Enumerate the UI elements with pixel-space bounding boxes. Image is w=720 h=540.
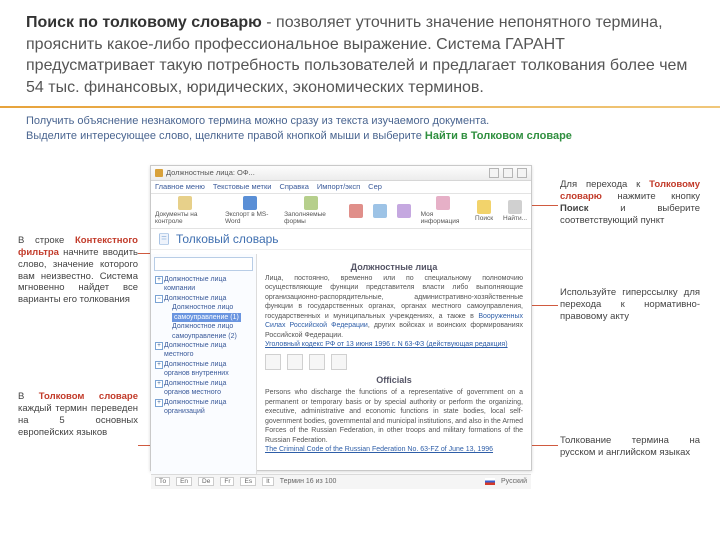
window-title: Должностные лица: ОФ... bbox=[166, 168, 255, 177]
callout-search-button: Для перехода к Толковому словарю нажмите… bbox=[560, 179, 700, 227]
term-heading-ru: Должностные лица bbox=[265, 262, 523, 272]
status-count: Термин 16 из 100 bbox=[280, 478, 337, 485]
toolbar-button[interactable]: Заполняемые формы bbox=[284, 196, 339, 225]
definition-ru: Лица, постоянно, временно или по специал… bbox=[265, 274, 523, 340]
header-bold: Поиск по толковому словарю bbox=[26, 14, 262, 31]
header-text: Поиск по толковому словарю - позволяет у… bbox=[26, 12, 694, 98]
tree-item[interactable]: +Должностные лица местного bbox=[154, 341, 253, 360]
menubar: Главное меню Текстовые метки Справка Имп… bbox=[151, 181, 531, 194]
workarea: +Должностные лица компании −Должностные … bbox=[151, 254, 531, 474]
instruction-line1: Получить объяснение незнакомого термина … bbox=[26, 114, 694, 128]
toolbar-button[interactable]: Экспорт в MS-Word bbox=[225, 196, 274, 225]
book-icon bbox=[157, 232, 171, 246]
app-window: Должностные лица: ОФ... Главное меню Тек… bbox=[150, 165, 532, 471]
close-button[interactable] bbox=[517, 168, 527, 178]
action-row bbox=[265, 354, 523, 370]
content-title: Толковый словарь bbox=[151, 229, 531, 250]
toolbar-button[interactable]: Документы на контроле bbox=[155, 196, 215, 225]
menu-item[interactable]: Справка bbox=[279, 182, 308, 191]
content-pane: Должностные лица Лица, постоянно, времен… bbox=[257, 254, 531, 474]
menu-item[interactable]: Текстовые метки bbox=[213, 182, 272, 191]
status-bar: То En De Fr Es It Термин 16 из 100 Русск… bbox=[151, 474, 531, 489]
tree-item[interactable]: самоуправление (2) bbox=[154, 332, 253, 341]
source-link-ru[interactable]: Уголовный кодекс РФ от 13 июня 1996 г. N… bbox=[265, 340, 523, 349]
lang-tab[interactable]: То bbox=[155, 477, 170, 486]
left-pane: +Должностные лица компании −Должностные … bbox=[151, 254, 257, 474]
min-button[interactable] bbox=[489, 168, 499, 178]
context-filter-input[interactable] bbox=[154, 257, 253, 271]
lang-tab[interactable]: It bbox=[262, 477, 274, 486]
figure-canvas: В строке Контекстного фильтра начните вв… bbox=[0, 145, 720, 505]
content-title-text: Толковый словарь bbox=[176, 232, 279, 246]
app-icon bbox=[155, 169, 163, 177]
term-heading-en: Officials bbox=[265, 375, 523, 385]
titlebar: Должностные лица: ОФ... bbox=[151, 166, 531, 181]
lang-tab[interactable]: Es bbox=[240, 477, 256, 486]
menu-command-name: Найти в Толковом словаре bbox=[425, 130, 572, 142]
toolbar-button[interactable] bbox=[349, 204, 363, 218]
lang-tab[interactable]: De bbox=[198, 477, 214, 486]
flag-icon bbox=[485, 478, 495, 485]
tree-item-selected[interactable]: самоуправление (1) bbox=[154, 313, 253, 322]
callout-translations: В Толковом словаре каждый термин перевед… bbox=[18, 391, 138, 439]
tree-item[interactable]: −Должностные лица bbox=[154, 294, 253, 303]
tree-item[interactable]: +Должностные лица организаций bbox=[154, 398, 253, 417]
tree-item[interactable]: +Должностные лица органов местного bbox=[154, 379, 253, 398]
callout-hyperlink: Используйте гиперссылку для перехода к н… bbox=[560, 287, 700, 323]
definition-en: Persons who discharge the functions of a… bbox=[265, 388, 523, 445]
tree-item[interactable]: +Должностные лица компании bbox=[154, 275, 253, 294]
slide-header: Поиск по толковому словарю - позволяет у… bbox=[0, 0, 720, 108]
lang-tab[interactable]: Fr bbox=[220, 477, 234, 486]
instruction-block: Получить объяснение незнакомого термина … bbox=[0, 108, 720, 145]
toolbar: Документы на контроле Экспорт в MS-Word … bbox=[151, 194, 531, 229]
menu-item[interactable]: Импорт/эксп bbox=[317, 182, 360, 191]
tree-item[interactable]: +Должностные лица органов внутренних bbox=[154, 360, 253, 379]
lang-tab[interactable]: En bbox=[176, 477, 192, 486]
instruction-line2: Выделите интересующее слово, щелкните пр… bbox=[26, 129, 694, 143]
toolbar-button[interactable] bbox=[397, 204, 411, 218]
header-rule bbox=[0, 106, 720, 108]
tree-item[interactable]: Должностное лицо bbox=[154, 322, 253, 331]
menu-item[interactable]: Главное меню bbox=[155, 182, 205, 191]
toolbar-button[interactable]: Найти... bbox=[503, 200, 527, 222]
term-tree: +Должностные лица компании −Должностные … bbox=[154, 275, 253, 417]
action-icon[interactable] bbox=[309, 354, 325, 370]
action-icon[interactable] bbox=[331, 354, 347, 370]
menu-item[interactable]: Сер bbox=[368, 182, 382, 191]
callout-context-filter: В строке Контекстного фильтра начните вв… bbox=[18, 235, 138, 306]
max-button[interactable] bbox=[503, 168, 513, 178]
toolbar-search-button[interactable]: Поиск bbox=[475, 200, 493, 222]
status-lang: Русский bbox=[501, 478, 527, 485]
source-link-en[interactable]: The Criminal Code of the Russian Federat… bbox=[265, 445, 523, 454]
action-icon[interactable] bbox=[265, 354, 281, 370]
action-icon[interactable] bbox=[287, 354, 303, 370]
toolbar-button[interactable]: Моя информация bbox=[421, 196, 465, 225]
toolbar-button[interactable] bbox=[373, 204, 387, 218]
callout-bilingual: Толкование термина на русском и английск… bbox=[560, 435, 700, 459]
tree-item[interactable]: Должностное лицо bbox=[154, 303, 253, 312]
